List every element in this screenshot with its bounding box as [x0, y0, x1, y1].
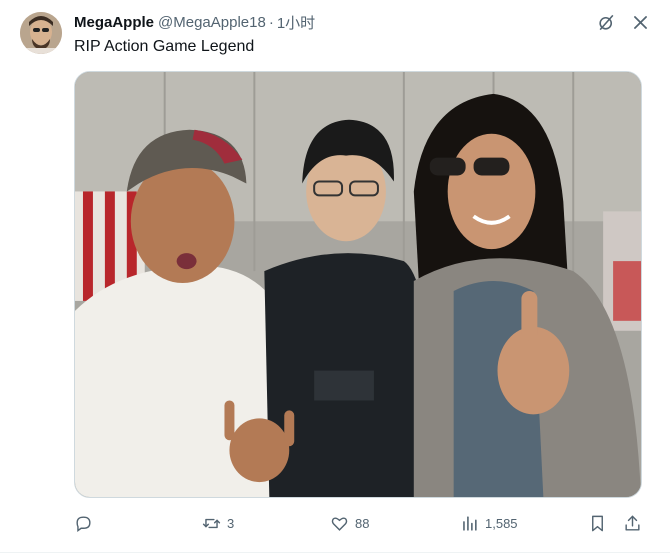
bookmark-icon	[592, 515, 603, 531]
like-count: 88	[355, 515, 370, 531]
views-button[interactable]: 1,585	[460, 512, 518, 534]
tweet-actions: 3 88 1,585	[74, 512, 646, 536]
separator-dot: ·	[268, 13, 274, 31]
tweet-photo[interactable]	[74, 71, 642, 498]
like-button[interactable]: 88	[330, 512, 369, 534]
more-icon[interactable]	[630, 12, 650, 32]
bookmark-button[interactable]	[588, 512, 607, 534]
like-icon	[331, 516, 348, 531]
tweet-header: MegaApple @MegaApple18 · 1小时	[74, 12, 315, 32]
tweet-top-icons	[596, 12, 650, 32]
retweet-button[interactable]: 3	[202, 512, 234, 534]
author-avatar[interactable]	[20, 12, 62, 54]
tweet-text: RIP Action Game Legend	[74, 38, 255, 55]
tweet[interactable]: MegaApple @MegaApple18 · 1小时 RIP Action …	[0, 0, 670, 553]
share-button[interactable]	[623, 512, 642, 534]
retweet-count: 3	[227, 515, 235, 531]
share-icon	[625, 515, 640, 531]
tweet-timestamp[interactable]: 1小时	[277, 12, 315, 33]
reply-icon	[76, 515, 91, 532]
photo-image	[75, 72, 641, 497]
views-icon	[463, 515, 477, 531]
author-display-name[interactable]: MegaApple	[74, 14, 154, 31]
avatar-image	[20, 12, 62, 54]
grok-icon[interactable]	[596, 12, 616, 32]
author-handle[interactable]: @MegaApple18	[158, 14, 266, 31]
retweet-icon	[202, 518, 221, 528]
reply-button[interactable]	[74, 512, 99, 534]
views-count: 1,585	[485, 515, 518, 531]
